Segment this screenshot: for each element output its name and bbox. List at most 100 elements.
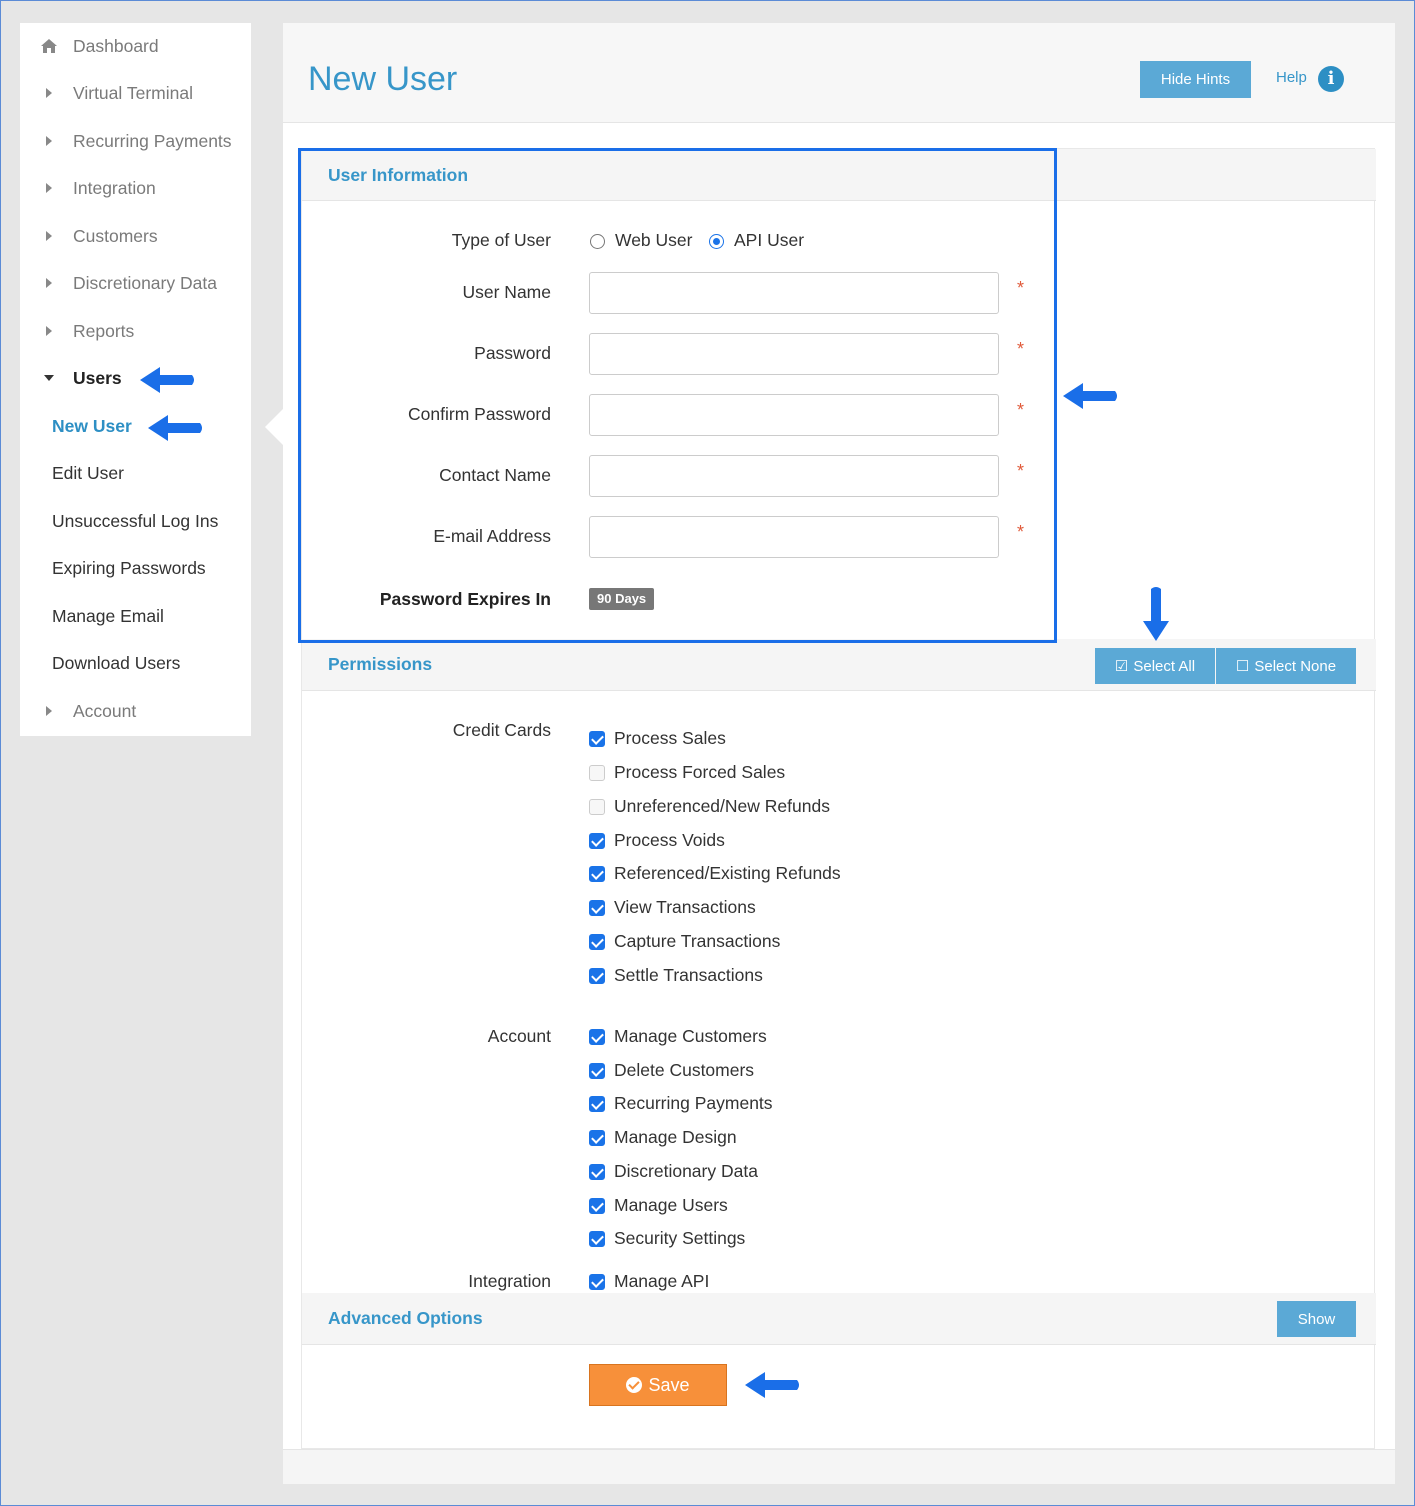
password-input[interactable] [589, 333, 999, 375]
caret-right-icon [46, 183, 52, 193]
web-user-radio[interactable] [590, 234, 605, 249]
home-icon [41, 39, 57, 53]
select-none-label: Select None [1254, 657, 1337, 675]
contact-name-input[interactable] [589, 455, 999, 497]
required-marker: * [1017, 400, 1025, 420]
select-none-button[interactable]: ☐ Select None [1216, 648, 1356, 684]
show-advanced-button[interactable]: Show [1277, 1301, 1356, 1337]
settle-transactions-checkbox[interactable] [589, 968, 605, 984]
account-label: Account [487, 1026, 551, 1046]
manage-users-checkbox[interactable] [589, 1198, 605, 1214]
advanced-options-header: Advanced Options [302, 1293, 1376, 1345]
required-marker: * [1017, 461, 1025, 481]
caret-right-icon [46, 88, 52, 98]
caret-right-icon [46, 231, 52, 241]
page-header: New User Hide Hints Help i [283, 23, 1395, 123]
annotation-arrow-down-icon [1143, 587, 1169, 641]
manage-users-label[interactable]: Manage Users [614, 1195, 728, 1216]
annotation-arrow-icon [148, 415, 202, 441]
section-title: User Information [328, 165, 469, 185]
manage-design-label[interactable]: Manage Design [614, 1127, 737, 1148]
view-transactions-checkbox[interactable] [589, 900, 605, 916]
sidebar-subitem-download-users[interactable]: Download Users [52, 653, 180, 674]
user-information-header: User Information [302, 149, 1376, 201]
caret-right-icon [46, 706, 52, 716]
web-user-label[interactable]: Web User [615, 230, 692, 251]
delete-customers-checkbox[interactable] [589, 1063, 605, 1079]
sidebar-item-label: Discretionary Data [73, 272, 217, 293]
sidebar-subitem-unsuccessful-log-ins[interactable]: Unsuccessful Log Ins [52, 511, 218, 532]
sidebar-subitem-new-user[interactable]: New User [52, 416, 132, 437]
sidebar-subitem-manage-email[interactable]: Manage Email [52, 606, 164, 627]
sidebar-pointer [265, 409, 283, 445]
info-icon[interactable]: i [1318, 66, 1344, 92]
caret-right-icon [46, 278, 52, 288]
process-sales-checkbox[interactable] [589, 731, 605, 747]
manage-design-checkbox[interactable] [589, 1130, 605, 1146]
sidebar-item-label: Dashboard [73, 35, 159, 56]
annotation-arrow-icon [140, 367, 194, 393]
credit-cards-label: Credit Cards [452, 720, 551, 740]
hide-hints-button[interactable]: Hide Hints [1140, 61, 1251, 98]
required-marker: * [1017, 522, 1025, 542]
unreferenced-refunds-checkbox[interactable] [589, 799, 605, 815]
contact-name-label: Contact Name [439, 465, 551, 485]
referenced-refunds-label[interactable]: Referenced/Existing Refunds [614, 863, 841, 884]
process-forced-sales-checkbox[interactable] [589, 765, 605, 781]
discretionary-data-checkbox[interactable] [589, 1164, 605, 1180]
security-settings-checkbox[interactable] [589, 1231, 605, 1247]
confirm-password-input[interactable] [589, 394, 999, 436]
manage-customers-label[interactable]: Manage Customers [614, 1026, 767, 1047]
email-address-label: E-mail Address [433, 526, 551, 546]
check-circle-icon [626, 1377, 643, 1393]
required-marker: * [1017, 278, 1025, 298]
process-sales-label[interactable]: Process Sales [614, 728, 726, 749]
confirm-password-label: Confirm Password [408, 404, 551, 424]
delete-customers-label[interactable]: Delete Customers [614, 1060, 754, 1081]
caret-right-icon [46, 136, 52, 146]
required-marker: * [1017, 339, 1025, 359]
settle-transactions-label[interactable]: Settle Transactions [614, 965, 763, 986]
sidebar-subitem-expiring-passwords[interactable]: Expiring Passwords [52, 558, 206, 579]
annotation-arrow-icon [1063, 383, 1117, 409]
save-button[interactable]: Save [589, 1364, 727, 1406]
footer-strip [283, 1449, 1395, 1484]
email-address-input[interactable] [589, 516, 999, 558]
section-title: Permissions [328, 654, 433, 674]
security-settings-label[interactable]: Security Settings [614, 1228, 745, 1249]
discretionary-data-label[interactable]: Discretionary Data [614, 1161, 758, 1182]
capture-transactions-label[interactable]: Capture Transactions [614, 931, 780, 952]
sidebar-item-label: Customers [73, 225, 158, 246]
sidebar-item-label: Users [73, 367, 122, 388]
password-label: Password [474, 343, 551, 363]
sidebar-item-label: Account [73, 700, 137, 721]
process-voids-checkbox[interactable] [589, 833, 605, 849]
process-forced-sales-label[interactable]: Process Forced Sales [614, 762, 785, 783]
sidebar-subitem-edit-user[interactable]: Edit User [52, 463, 124, 484]
manage-api-label[interactable]: Manage API [614, 1271, 709, 1292]
help-link[interactable]: Help [1276, 69, 1307, 86]
annotation-arrow-icon [745, 1372, 799, 1398]
page-title: New User [308, 60, 458, 98]
user-name-label: User Name [462, 282, 552, 302]
main-panel: New User Hide Hints Help i User Informat… [283, 23, 1395, 1484]
recurring-payments-label[interactable]: Recurring Payments [614, 1093, 773, 1114]
capture-transactions-checkbox[interactable] [589, 934, 605, 950]
api-user-label[interactable]: API User [734, 230, 804, 251]
api-user-radio[interactable] [709, 234, 724, 249]
form-container: User Information Type of User Web User A… [301, 148, 1376, 1449]
user-name-input[interactable] [589, 272, 999, 314]
sidebar-item-label: Recurring Payments [73, 130, 232, 151]
manage-api-checkbox[interactable] [589, 1274, 605, 1290]
process-voids-label[interactable]: Process Voids [614, 830, 725, 851]
checkbox-checked-icon: ☑ [1114, 658, 1129, 675]
unreferenced-refunds-label[interactable]: Unreferenced/New Refunds [614, 796, 830, 817]
select-all-button[interactable]: ☑ Select All [1095, 648, 1215, 684]
caret-down-icon [44, 375, 54, 381]
save-label: Save [648, 1374, 690, 1395]
sidebar-item-label: Integration [73, 177, 156, 198]
recurring-payments-checkbox[interactable] [589, 1096, 605, 1112]
manage-customers-checkbox[interactable] [589, 1029, 605, 1045]
view-transactions-label[interactable]: View Transactions [614, 897, 756, 918]
referenced-refunds-checkbox[interactable] [589, 866, 605, 882]
